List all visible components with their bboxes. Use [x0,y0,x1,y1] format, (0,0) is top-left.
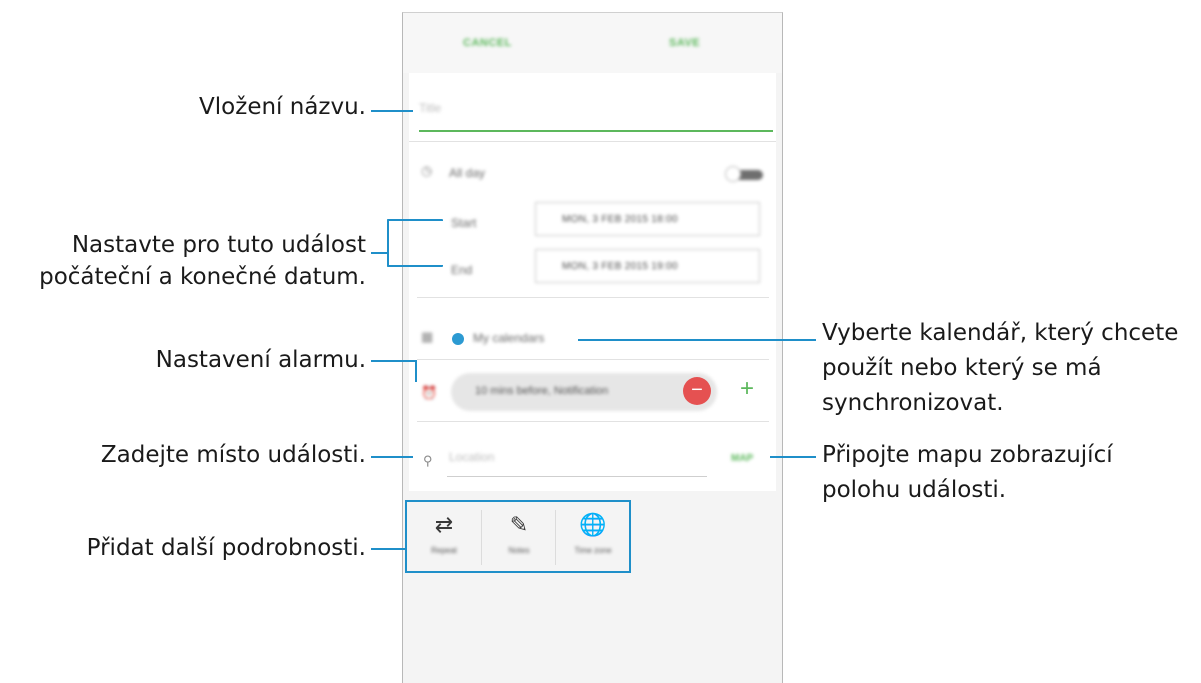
title-underline [419,130,773,132]
callout-line-alarm [371,360,417,362]
repeat-icon: ⇄ [434,512,454,537]
callout-dates-line2: počáteční a konečné datum. [39,264,366,290]
notes-icon: ✎ [509,512,529,537]
alarm-icon: ⏰ [421,385,438,400]
calendar-icon: ▦ [421,329,434,344]
callout-line-calendar [578,339,816,341]
callout-calendar-line3: synchronizovat. [822,390,1004,416]
divider [417,297,769,298]
callout-line-location [371,456,413,458]
callout-details: Přidat další podrobnosti. [86,535,366,561]
cancel-button[interactable]: CANCEL [463,37,512,49]
divider [417,421,769,422]
phone-screen: CANCEL SAVE Title ◷ All day Start MON, 3… [402,12,783,683]
add-alarm-button[interactable]: + [740,375,754,403]
end-date-field[interactable]: MON, 3 FEB 2015 19:00 [535,249,760,283]
detail-buttons-group: ⇄ Repeat ✎ Notes 🌐 Time zone [405,500,631,573]
callout-line-dates [371,252,388,254]
location-pin-icon: ⚲ [423,453,433,468]
clock-icon: ◷ [421,163,433,178]
callout-calendar-line1: Vyberte kalendář, který chcete [822,320,1179,346]
callout-title: Vložení názvu. [199,94,366,120]
title-input[interactable]: Title [419,101,441,115]
location-input[interactable]: Location [449,450,494,464]
callout-line-details [371,548,405,550]
repeat-label: Repeat [431,546,457,555]
start-date-field[interactable]: MON, 3 FEB 2015 18:00 [535,202,760,236]
callout-line-title [371,110,413,112]
all-day-label: All day [449,166,486,180]
action-bar: CANCEL SAVE [403,13,782,73]
start-label: Start [451,216,477,230]
remove-alarm-button[interactable]: − [683,377,711,405]
callout-map-line1: Připojte mapu zobrazující [822,442,1113,468]
save-button[interactable]: SAVE [669,37,700,49]
divider [409,141,776,142]
map-button[interactable]: MAP [731,453,753,464]
callout-calendar-line2: použít nebo který se má [822,355,1102,381]
end-label: End [451,263,473,277]
timezone-icon: 🌐 [579,512,607,537]
callout-dates-line1: Nastavte pro tuto událost [71,232,366,258]
location-underline [447,476,707,477]
callout-line-alarm-drop [415,360,417,382]
calendar-selector[interactable]: My calendars [473,331,544,345]
repeat-button[interactable]: ⇄ Repeat [407,502,481,571]
notes-label: Notes [508,546,530,555]
callout-map-line2: polohu události. [822,477,1007,503]
callout-bracket-dates [387,219,443,267]
alarm-value: 10 mins before, Notification [475,385,609,397]
callout-location: Zadejte místo události. [100,442,366,468]
notes-button[interactable]: ✎ Notes [482,502,556,571]
calendar-color-dot [452,333,464,345]
divider [417,359,769,360]
alarm-field[interactable]: 10 mins before, Notification [451,373,717,411]
timezone-label: Time zone [574,546,612,555]
callout-alarm: Nastavení alarmu. [155,347,366,373]
callout-line-map [770,456,816,458]
all-day-toggle[interactable] [725,166,763,182]
timezone-button[interactable]: 🌐 Time zone [556,502,630,571]
